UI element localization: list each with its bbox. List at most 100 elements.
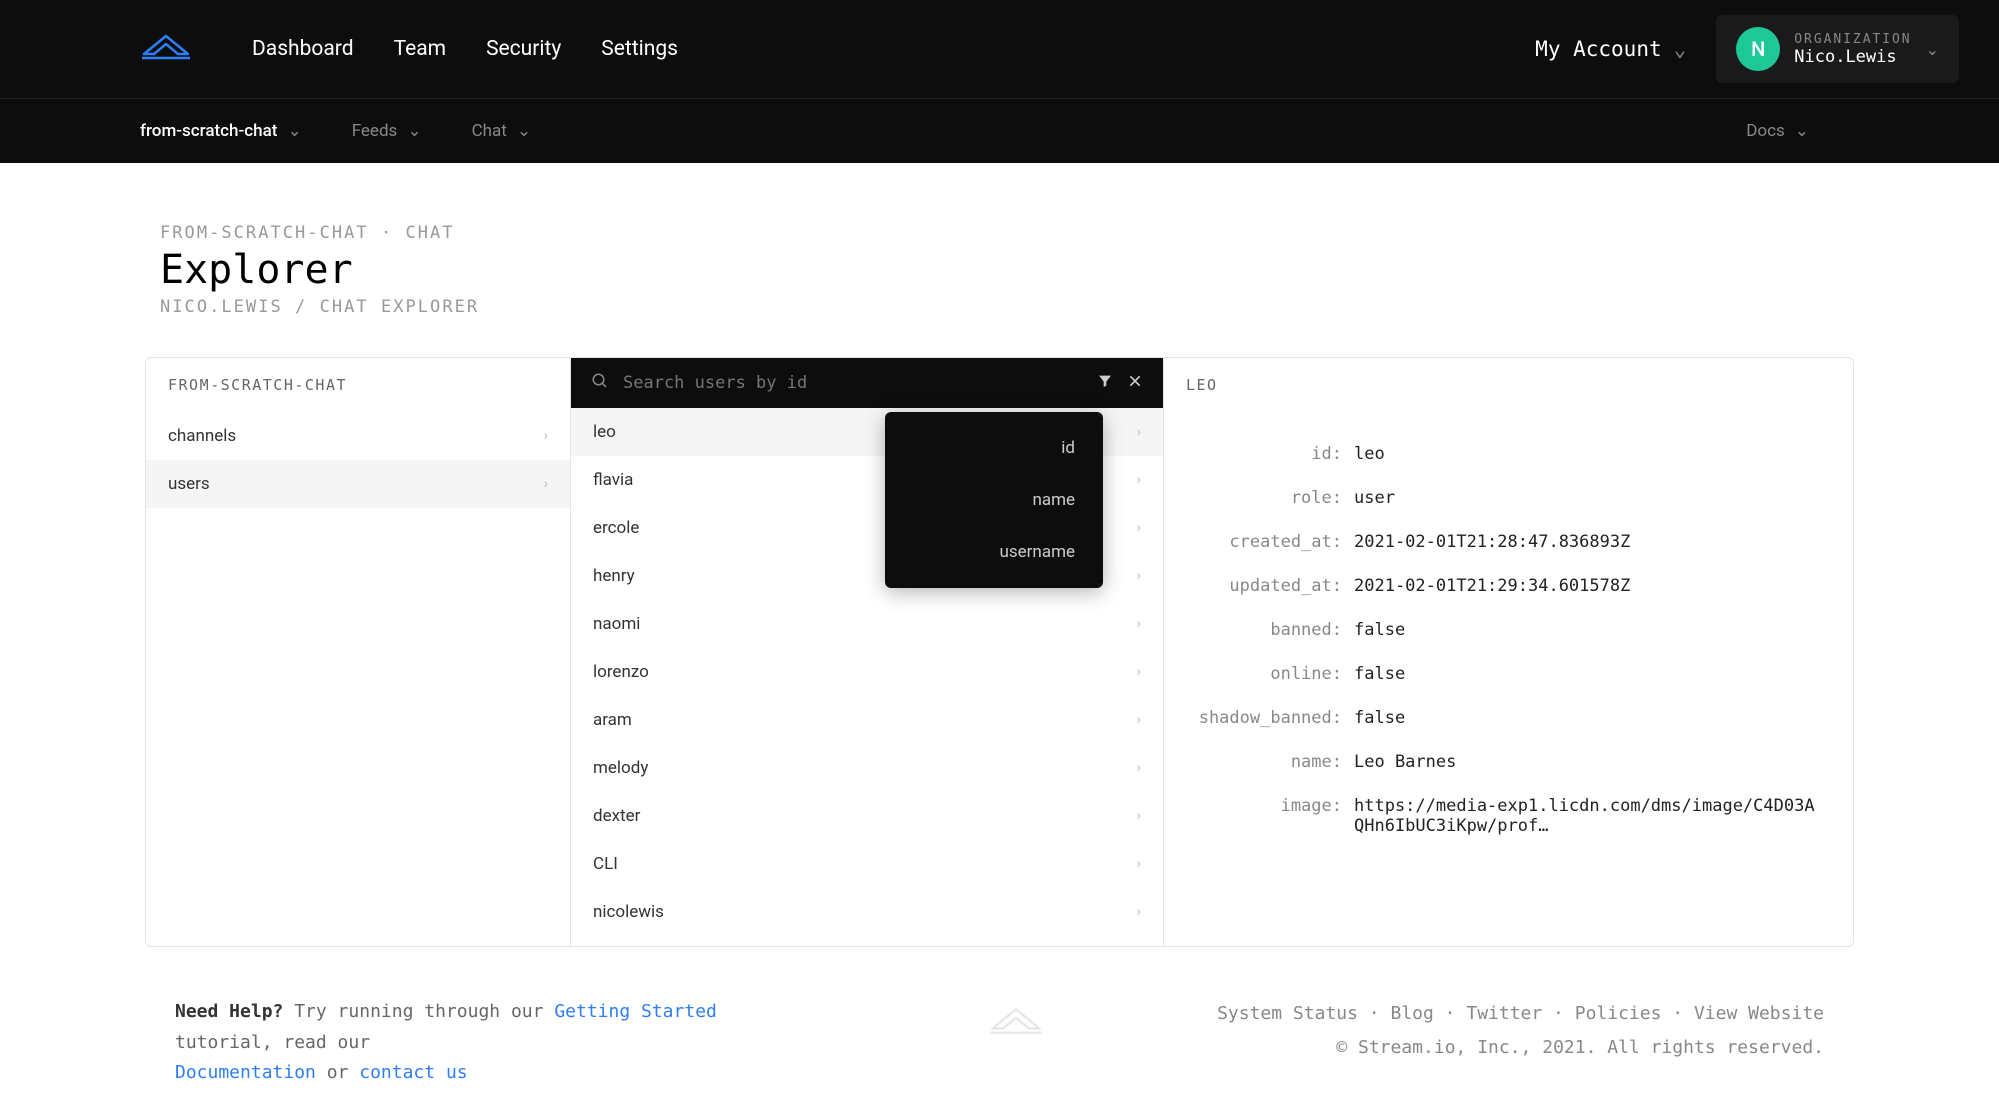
footer-link[interactable]: Twitter (1466, 1003, 1542, 1024)
logo[interactable] (140, 30, 192, 68)
nav-settings[interactable]: Settings (601, 37, 678, 61)
explorer-panels: FROM-SCRATCH-CHAT channels› users› id na… (145, 357, 1854, 947)
detail-row: created_at:2021-02-01T21:28:47.836893Z (1194, 520, 1823, 564)
detail-row: role:user (1194, 476, 1823, 520)
column-title: LEO (1164, 358, 1853, 412)
collection-column: FROM-SCRATCH-CHAT channels› users› (146, 358, 571, 946)
chevron-right-icon: › (1137, 616, 1141, 632)
page-subtitle: NICO.LEWIS / CHAT EXPLORER (160, 297, 1839, 317)
search-input[interactable] (623, 373, 1083, 393)
page-title: Explorer (160, 247, 1839, 293)
detail-value: 2021-02-01T21:29:34.601578Z (1354, 576, 1630, 596)
nav-dashboard[interactable]: Dashboard (252, 37, 354, 61)
org-switcher[interactable]: N ORGANIZATION Nico.Lewis ⌄ (1716, 15, 1959, 83)
users-column: id name username leo›flavia›ercole›henry… (571, 358, 1164, 946)
close-icon[interactable] (1127, 373, 1143, 393)
user-row[interactable]: naomi› (571, 600, 1163, 648)
chevron-down-icon: ⌄ (287, 121, 301, 141)
detail-row: name:Leo Barnes (1194, 740, 1823, 784)
chevron-down-icon: ⌄ (407, 121, 421, 141)
footer-link[interactable]: System Status (1217, 1003, 1358, 1024)
chevron-right-icon: › (544, 476, 548, 492)
detail-row: shadow_banned:false (1194, 696, 1823, 740)
footer-link[interactable]: Policies (1575, 1003, 1662, 1024)
copyright: © Stream.io, Inc., 2021. All rights rese… (1217, 1031, 1824, 1065)
contact-us-link[interactable]: contact us (359, 1062, 467, 1083)
dropdown-item-id[interactable]: id (885, 422, 1103, 474)
footer-link[interactable]: View Website (1694, 1003, 1824, 1024)
detail-key: id: (1194, 444, 1354, 464)
dropdown-item-username[interactable]: username (885, 526, 1103, 578)
search-bar (571, 358, 1163, 408)
detail-value: false (1354, 664, 1405, 684)
detail-row: updated_at:2021-02-01T21:29:34.601578Z (1194, 564, 1823, 608)
list-item-users[interactable]: users› (146, 460, 570, 508)
account-dropdown[interactable]: My Account ⌄ (1535, 37, 1686, 61)
docs-dropdown[interactable]: Docs⌄ (1746, 121, 1809, 141)
chevron-right-icon: › (1137, 424, 1141, 440)
chat-dropdown[interactable]: Chat⌄ (472, 121, 532, 141)
footer-link[interactable]: Blog (1390, 1003, 1433, 1024)
filter-icon[interactable] (1097, 373, 1113, 393)
chevron-right-icon: › (544, 428, 548, 444)
detail-key: image: (1194, 796, 1354, 836)
chevron-down-icon: ⌄ (1926, 40, 1939, 59)
chevron-right-icon: › (1137, 568, 1141, 584)
chevron-right-icon: › (1137, 520, 1141, 536)
user-row[interactable]: lorenzo› (571, 648, 1163, 696)
detail-value: Leo Barnes (1354, 752, 1456, 772)
chevron-right-icon: › (1137, 904, 1141, 920)
project-dropdown[interactable]: from-scratch-chat⌄ (140, 121, 302, 141)
documentation-link[interactable]: Documentation (175, 1062, 316, 1083)
column-title: FROM-SCRATCH-CHAT (146, 358, 570, 412)
org-label: ORGANIZATION (1794, 32, 1911, 47)
nav-team[interactable]: Team (394, 37, 447, 61)
user-row[interactable]: dexter› (571, 792, 1163, 840)
nav-security[interactable]: Security (486, 37, 561, 61)
dropdown-item-name[interactable]: name (885, 474, 1103, 526)
footer: Need Help? Try running through our Getti… (0, 947, 1999, 1089)
top-nav: Dashboard Team Security Settings My Acco… (0, 0, 1999, 98)
detail-key: banned: (1194, 620, 1354, 640)
filter-dropdown: id name username (885, 412, 1103, 588)
detail-row: id:leo (1194, 432, 1823, 476)
page-header: FROM-SCRATCH-CHAT · CHAT Explorer NICO.L… (0, 163, 1999, 357)
list-item-channels[interactable]: channels› (146, 412, 570, 460)
detail-value: 2021-02-01T21:28:47.836893Z (1354, 532, 1630, 552)
detail-row: image:https://media-exp1.licdn.com/dms/i… (1194, 784, 1823, 848)
chevron-right-icon: › (1137, 760, 1141, 776)
detail-key: updated_at: (1194, 576, 1354, 596)
chevron-right-icon: › (1137, 664, 1141, 680)
detail-key: name: (1194, 752, 1354, 772)
detail-key: role: (1194, 488, 1354, 508)
getting-started-link[interactable]: Getting Started (554, 1001, 717, 1022)
detail-row: banned:false (1194, 608, 1823, 652)
sub-nav: from-scratch-chat⌄ Feeds⌄ Chat⌄ Docs⌄ (0, 98, 1999, 163)
feeds-dropdown[interactable]: Feeds⌄ (352, 121, 422, 141)
footer-help: Need Help? Try running through our Getti… (175, 997, 815, 1089)
detail-value: leo (1354, 444, 1385, 464)
user-row[interactable]: CLI› (571, 840, 1163, 888)
chevron-down-icon: ⌄ (1795, 121, 1809, 141)
user-row[interactable]: melody› (571, 744, 1163, 792)
detail-column: LEO id:leorole:usercreated_at:2021-02-01… (1164, 358, 1853, 946)
detail-row: online:false (1194, 652, 1823, 696)
chevron-right-icon: › (1137, 472, 1141, 488)
detail-value: false (1354, 708, 1405, 728)
search-icon (591, 372, 609, 394)
detail-value: false (1354, 620, 1405, 640)
detail-value: https://media-exp1.licdn.com/dms/image/C… (1354, 796, 1823, 836)
user-row[interactable]: aram› (571, 696, 1163, 744)
user-row[interactable]: nicolewis› (571, 888, 1163, 936)
breadcrumb: FROM-SCRATCH-CHAT · CHAT (160, 223, 1839, 243)
detail-value: user (1354, 488, 1395, 508)
footer-logo (815, 997, 1217, 1089)
chevron-right-icon: › (1137, 808, 1141, 824)
detail-key: online: (1194, 664, 1354, 684)
org-name: Nico.Lewis (1794, 47, 1911, 67)
chevron-right-icon: › (1137, 712, 1141, 728)
org-avatar: N (1736, 27, 1780, 71)
detail-key: shadow_banned: (1194, 708, 1354, 728)
detail-key: created_at: (1194, 532, 1354, 552)
chevron-down-icon: ⌄ (517, 121, 531, 141)
